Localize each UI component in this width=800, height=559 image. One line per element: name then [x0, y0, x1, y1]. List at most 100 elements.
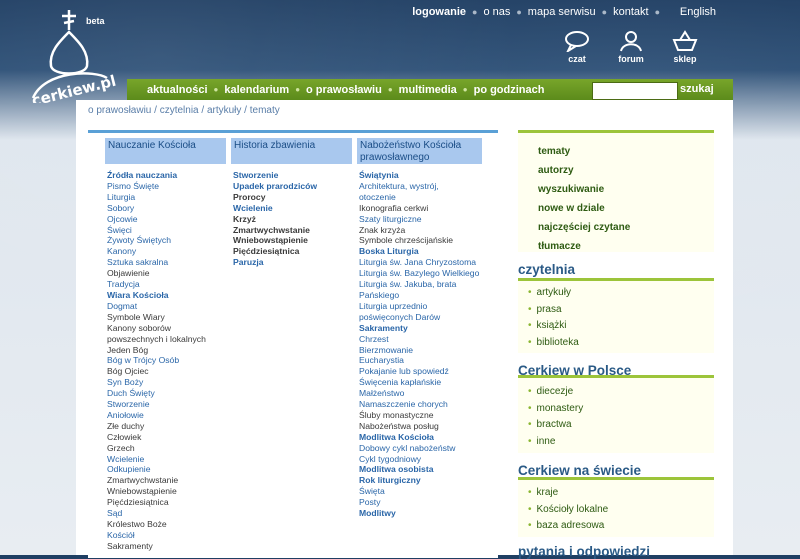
sidebar-menu-item[interactable]: nowe w dziale: [518, 199, 714, 218]
topic-link[interactable]: Duch Święty: [107, 388, 206, 399]
sidebar-list-label: kraje: [536, 487, 559, 498]
topic-link[interactable]: Świątynia: [359, 170, 479, 181]
topic-link[interactable]: Pańskiego: [359, 290, 479, 301]
sidebar-list-item[interactable]: • artykuły: [518, 285, 714, 302]
sidebar-list-item[interactable]: • Kościoły lokalne: [518, 502, 714, 519]
topic-link[interactable]: Modlitwy: [359, 508, 479, 519]
topic-link[interactable]: Rok liturgiczny: [359, 475, 479, 486]
topic-link[interactable]: Boska Liturgia: [359, 246, 479, 257]
topic-link: Kanony soborów: [107, 322, 172, 333]
chat-button[interactable]: czat: [560, 30, 594, 64]
topic-link[interactable]: Eucharystia: [359, 355, 479, 366]
search-button[interactable]: szukaj: [680, 83, 714, 95]
topic-link[interactable]: Kościół: [107, 530, 206, 541]
topic-link[interactable]: Upadek prarodziców: [233, 181, 317, 192]
bullet-icon: •: [528, 435, 532, 447]
topics-column-worship: Świątynia Architektura, wystrój, otoczenie…: [359, 170, 479, 519]
topic-link[interactable]: Sakramenty: [359, 323, 479, 334]
topic-link: powszechnych i lokalnych: [107, 333, 206, 344]
sidebar-menu-item[interactable]: wyszukiwanie: [518, 180, 714, 199]
topic-link[interactable]: Wcielenie: [107, 454, 206, 465]
shop-button[interactable]: sklep: [668, 30, 702, 64]
topic-link[interactable]: Święcenia kapłańskie: [359, 377, 479, 388]
topic-link[interactable]: Dobowy cykl nabożeństw: [359, 443, 479, 454]
contact-link[interactable]: kontakt: [607, 6, 654, 18]
topic-link[interactable]: Święta: [359, 486, 479, 497]
sidebar-list-item[interactable]: • diecezje: [518, 384, 714, 401]
sidebar-list-item[interactable]: • książki: [518, 318, 714, 335]
topic-link[interactable]: Namaszczenie chorych: [359, 399, 479, 410]
sidebar-list-item[interactable]: • baza adresowa: [518, 518, 714, 535]
topic-link[interactable]: Sztuka sakralna: [107, 257, 206, 268]
forum-button[interactable]: forum: [614, 30, 648, 64]
topic-link[interactable]: Ojcowie: [107, 214, 206, 225]
topic-link[interactable]: Pokajanie lub spowiedź: [359, 366, 479, 377]
topic-link[interactable]: Kanony: [107, 246, 206, 257]
topic-link[interactable]: Święci: [107, 225, 206, 236]
nav-news[interactable]: aktualności: [141, 84, 214, 96]
topic-link: Jeden Bóg: [107, 344, 149, 355]
sidebar-list-item[interactable]: • kraje: [518, 485, 714, 502]
topic-link[interactable]: Syn Boży: [107, 377, 206, 388]
topic-link[interactable]: Szaty liturgiczne: [359, 214, 479, 225]
chat-bubble-icon: [565, 31, 589, 52]
topic-link[interactable]: Sobory: [107, 203, 206, 214]
nav-multimedia[interactable]: multimedia: [393, 84, 463, 96]
topic-link[interactable]: Architektura, wystrój,: [359, 181, 479, 192]
section-title-church-world: Cerkiew na świecie: [518, 463, 642, 478]
topic-link[interactable]: Chrzest: [359, 334, 479, 345]
topic-link[interactable]: Liturgia św. Bazylego Wielkiego: [359, 268, 479, 279]
cerkiew-logo[interactable]: cerkiew.pl: [25, 8, 120, 103]
topic-link[interactable]: Źródła nauczania: [107, 170, 206, 181]
topic-link[interactable]: Cykl tygodniowy: [359, 454, 479, 465]
nav-orthodoxy[interactable]: o prawosławiu: [300, 84, 388, 96]
sidebar-list-item[interactable]: • biblioteka: [518, 335, 714, 352]
sitemap-link[interactable]: mapa serwisu: [522, 6, 602, 18]
sidebar-list-item[interactable]: • inne: [518, 434, 714, 451]
chat-label: czat: [568, 54, 586, 64]
topic-link[interactable]: Wcielenie: [233, 203, 317, 214]
topic-link[interactable]: Paruzja: [233, 257, 317, 268]
sidebar-list-item[interactable]: • monastery: [518, 401, 714, 418]
nav-after-hours[interactable]: po godzinach: [468, 84, 551, 96]
topic-link[interactable]: Stworzenie: [107, 399, 206, 410]
church-poland-list: • diecezje • monastery • bractwa • inne: [518, 375, 714, 453]
topic-link: Znak krzyża: [359, 224, 406, 235]
topic-link[interactable]: Tradycja: [107, 279, 206, 290]
topic-link[interactable]: Liturgia św. Jana Chryzostoma: [359, 257, 479, 268]
nav-calendar[interactable]: kalendarium: [218, 84, 295, 96]
sidebar-menu-item[interactable]: tematy: [518, 142, 714, 161]
topic-link[interactable]: Bóg w Trójcy Osób: [107, 355, 206, 366]
topic-link[interactable]: Sąd: [107, 508, 206, 519]
topic-link[interactable]: Stworzenie: [233, 170, 317, 181]
sidebar-menu-item[interactable]: tłumacze: [518, 237, 714, 256]
topic-link[interactable]: Aniołowie: [107, 410, 206, 421]
sidebar-menu-item[interactable]: autorzy: [518, 161, 714, 180]
topic-link[interactable]: Żywoty Świętych: [107, 235, 206, 246]
topic-link[interactable]: Posty: [359, 497, 479, 508]
sidebar-list-label: monastery: [536, 402, 584, 414]
topic-link[interactable]: Modlitwa Kościoła: [359, 432, 479, 443]
topic-link[interactable]: Odkupienie: [107, 464, 206, 475]
topic-link[interactable]: Wiara Kościoła: [107, 290, 206, 301]
topic-link[interactable]: Modlitwa osobista: [359, 464, 479, 475]
topic-link[interactable]: Bierzmowanie: [359, 345, 479, 356]
topic-link[interactable]: poświęconych Darów: [359, 312, 479, 323]
about-link[interactable]: o nas: [477, 6, 516, 18]
topic-link[interactable]: Liturgia św. Jakuba, brata: [359, 279, 479, 290]
sidebar-list-item[interactable]: • bractwa: [518, 417, 714, 434]
topic-link[interactable]: Małżeństwo: [359, 388, 479, 399]
topic-link: Człowiek: [107, 431, 142, 442]
topic-link[interactable]: otoczenie: [359, 192, 479, 203]
topic-link[interactable]: Liturgia: [107, 192, 206, 203]
topic-link[interactable]: Liturgia uprzednio: [359, 301, 479, 312]
topic-link: Pięćdziesiątnica: [233, 246, 300, 257]
login-link[interactable]: logowanie: [406, 6, 472, 18]
sidebar-menu-item[interactable]: najczęściej czytane: [518, 218, 714, 237]
search-input[interactable]: [592, 82, 678, 100]
topic-link[interactable]: Dogmat: [107, 301, 206, 312]
forum-people-icon: [620, 31, 642, 52]
english-link[interactable]: English: [680, 6, 716, 18]
topic-link[interactable]: Pismo Święte: [107, 181, 206, 192]
sidebar-list-item[interactable]: • prasa: [518, 302, 714, 319]
